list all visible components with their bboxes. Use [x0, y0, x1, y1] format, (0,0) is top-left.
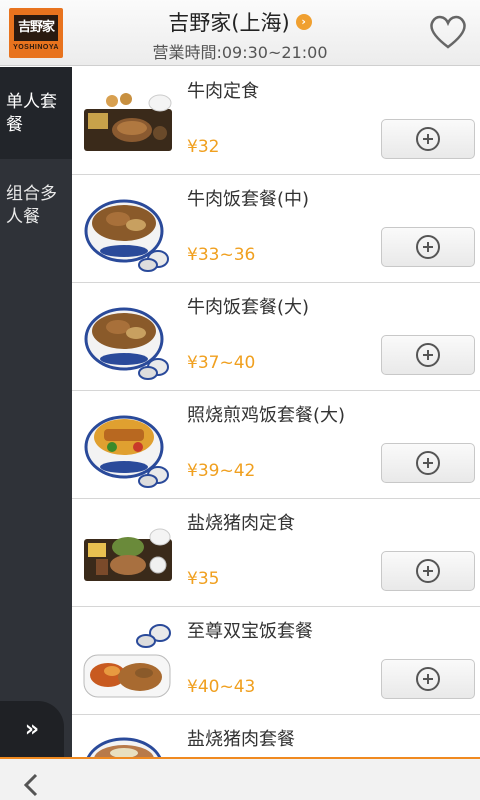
- double-chevron-icon[interactable]: »: [0, 701, 64, 757]
- bottom-bar: [0, 757, 480, 800]
- dish-image: [82, 399, 174, 491]
- dish-name: 牛肉饭套餐(中): [187, 189, 310, 210]
- dish-price: ¥40~43: [187, 677, 256, 697]
- dish-name: 盐烧猪肉套餐: [187, 729, 295, 750]
- sidebar-item-label: 单人套餐: [6, 92, 57, 135]
- category-sidebar: 单人套餐 组合多人餐 »: [0, 67, 72, 757]
- menu-list: 牛肉定食 ¥32 牛肉饭套餐(中) ¥33~36 牛肉饭套餐(大) ¥37~40…: [72, 67, 480, 757]
- add-button[interactable]: [381, 119, 475, 159]
- list-item[interactable]: 牛肉定食 ¥32: [72, 67, 480, 175]
- add-circle-icon: [416, 451, 440, 475]
- dish-price: ¥37~40: [187, 353, 256, 373]
- add-circle-icon: [416, 235, 440, 259]
- add-button[interactable]: [381, 659, 475, 699]
- dish-image: [82, 507, 174, 599]
- dish-image: [82, 291, 174, 383]
- sidebar-item-single-set[interactable]: 单人套餐: [0, 67, 72, 159]
- add-button[interactable]: [381, 551, 475, 591]
- dish-name: 牛肉饭套餐(大): [187, 297, 310, 318]
- add-button[interactable]: [381, 335, 475, 375]
- dish-image: [82, 723, 174, 757]
- back-arrow-icon[interactable]: [20, 773, 40, 797]
- store-name-label: 吉野家(上海): [168, 11, 290, 35]
- add-circle-icon: [416, 127, 440, 151]
- list-item[interactable]: 牛肉饭套餐(大) ¥37~40: [72, 283, 480, 391]
- add-button[interactable]: [381, 443, 475, 483]
- add-circle-icon: [416, 559, 440, 583]
- dish-name: 至尊双宝饭套餐: [187, 621, 313, 642]
- list-item[interactable]: 盐烧猪肉定食 ¥35: [72, 499, 480, 607]
- sidebar-item-label: 组合多人餐: [6, 184, 57, 227]
- dish-price: ¥32: [187, 137, 220, 157]
- chevron-right-icon: ›: [295, 14, 312, 30]
- list-item[interactable]: 盐烧猪肉套餐: [72, 715, 480, 757]
- dish-image: [82, 615, 174, 707]
- dish-image: [82, 75, 174, 167]
- heart-icon[interactable]: [428, 14, 468, 50]
- list-item[interactable]: 牛肉饭套餐(中) ¥33~36: [72, 175, 480, 283]
- list-item[interactable]: 至尊双宝饭套餐 ¥40~43: [72, 607, 480, 715]
- add-circle-icon: [416, 667, 440, 691]
- header: 吉野家 YOSHINOYA 吉野家(上海) › 营業時間:09:30~21:00: [0, 0, 480, 66]
- dish-price: ¥33~36: [187, 245, 256, 265]
- dish-name: 牛肉定食: [187, 81, 259, 102]
- store-title[interactable]: 吉野家(上海) ›: [0, 7, 480, 37]
- dish-price: ¥35: [187, 569, 220, 589]
- list-item[interactable]: 照烧煎鸡饭套餐(大) ¥39~42: [72, 391, 480, 499]
- sidebar-item-group-set[interactable]: 组合多人餐: [0, 159, 72, 251]
- dish-price: ¥39~42: [187, 461, 256, 481]
- add-circle-icon: [416, 343, 440, 367]
- dish-image: [82, 183, 174, 275]
- dish-name: 照烧煎鸡饭套餐(大): [187, 405, 346, 426]
- add-button[interactable]: [381, 227, 475, 267]
- dish-name: 盐烧猪肉定食: [187, 513, 295, 534]
- business-hours: 营業時間:09:30~21:00: [152, 43, 328, 62]
